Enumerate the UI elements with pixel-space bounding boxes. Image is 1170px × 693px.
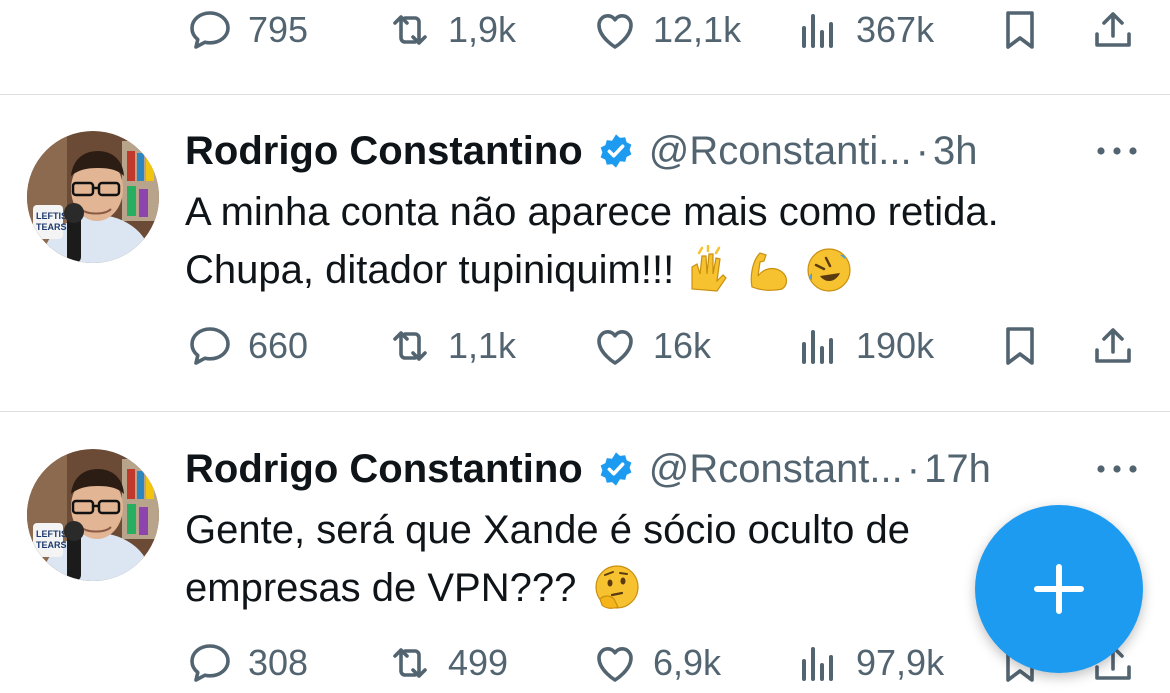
timestamp[interactable]: 3h: [933, 129, 978, 174]
tweet-header: Rodrigo Constantino @Rconstant... · 17h: [185, 444, 991, 494]
more-icon[interactable]: [1094, 459, 1140, 479]
views-count: 367k: [856, 9, 935, 50]
views-icon: [794, 6, 842, 54]
views-button[interactable]: 367k: [794, 0, 934, 60]
views-icon: [794, 639, 842, 687]
like-count: 16k: [653, 325, 712, 366]
reply-count: 308: [248, 642, 309, 683]
like-icon: [591, 322, 639, 370]
more-icon[interactable]: [1094, 141, 1140, 161]
like-icon: [591, 639, 639, 687]
like-count: 12,1k: [653, 9, 742, 50]
raising-hands-emoji: [691, 245, 727, 292]
tweet-1[interactable]: Rodrigo Constantino @Rconstanti... · 3h …: [0, 95, 1170, 411]
like-icon: [591, 6, 639, 54]
share-icon: [1089, 322, 1137, 370]
views-button[interactable]: 190k: [794, 316, 934, 376]
avatar[interactable]: [27, 449, 159, 581]
verified-badge-icon: [597, 132, 635, 170]
bookmark-button[interactable]: [996, 316, 1044, 376]
thinking-emoji: [595, 565, 639, 609]
retweet-count: 1,9k: [448, 9, 517, 50]
rofl-emoji: [807, 248, 851, 292]
reply-button[interactable]: 308: [186, 633, 308, 693]
retweet-icon: [386, 6, 434, 54]
reply-count: 660: [248, 325, 309, 366]
tweet-text-line: Chupa, ditador tupiniquim!!!: [185, 248, 675, 292]
reply-button[interactable]: 660: [186, 316, 308, 376]
share-button[interactable]: [1089, 0, 1137, 60]
share-icon: [1089, 6, 1137, 54]
flexed-biceps-emoji: [750, 252, 788, 291]
verified-badge-icon: [597, 450, 635, 488]
compose-tweet-button[interactable]: [975, 505, 1143, 673]
like-button[interactable]: 6,9k: [591, 633, 721, 693]
timestamp[interactable]: 17h: [924, 447, 991, 492]
separator-dot: ·: [915, 128, 929, 173]
separator-dot: ·: [906, 446, 921, 491]
author-name[interactable]: Rodrigo Constantino: [185, 447, 583, 492]
tweet-text-line: A minha conta não aparece mais como reti…: [185, 190, 999, 234]
retweet-button[interactable]: 1,1k: [386, 316, 516, 376]
retweet-icon: [386, 322, 434, 370]
views-count: 97,9k: [856, 642, 945, 683]
author-name[interactable]: Rodrigo Constantino: [185, 129, 583, 174]
retweet-button[interactable]: 499: [386, 633, 508, 693]
top-tweet-actions: 795 1,9k 12,1k 367k: [0, 0, 1170, 60]
bookmark-button[interactable]: [996, 0, 1044, 60]
tweet-actions: 660 1,1k 16k 190k: [0, 316, 1170, 376]
author-handle[interactable]: @Rconstant...: [649, 447, 903, 492]
like-button[interactable]: 16k: [591, 316, 711, 376]
tweet-text: A minha conta não aparece mais como reti…: [185, 183, 1145, 299]
retweet-icon: [386, 639, 434, 687]
reply-icon: [186, 322, 234, 370]
retweet-count: 1,1k: [448, 325, 517, 366]
views-count: 190k: [856, 325, 935, 366]
views-button[interactable]: 97,9k: [794, 633, 944, 693]
share-button[interactable]: [1089, 316, 1137, 376]
reply-icon: [186, 639, 234, 687]
tweet-header: Rodrigo Constantino @Rconstanti... · 3h: [185, 126, 977, 176]
retweet-count: 499: [448, 642, 509, 683]
reply-button[interactable]: 795: [186, 0, 308, 60]
reply-icon: [186, 6, 234, 54]
like-count: 6,9k: [653, 642, 722, 683]
bookmark-icon: [996, 322, 1044, 370]
bookmark-icon: [996, 6, 1044, 54]
reply-count: 795: [248, 9, 309, 50]
views-icon: [794, 322, 842, 370]
tweet-text-line: empresas de VPN???: [185, 566, 577, 610]
compose-plus-icon: [1034, 564, 1084, 614]
author-handle[interactable]: @Rconstanti...: [649, 129, 912, 174]
avatar[interactable]: [27, 131, 159, 263]
like-button[interactable]: 12,1k: [591, 0, 741, 60]
retweet-button[interactable]: 1,9k: [386, 0, 516, 60]
